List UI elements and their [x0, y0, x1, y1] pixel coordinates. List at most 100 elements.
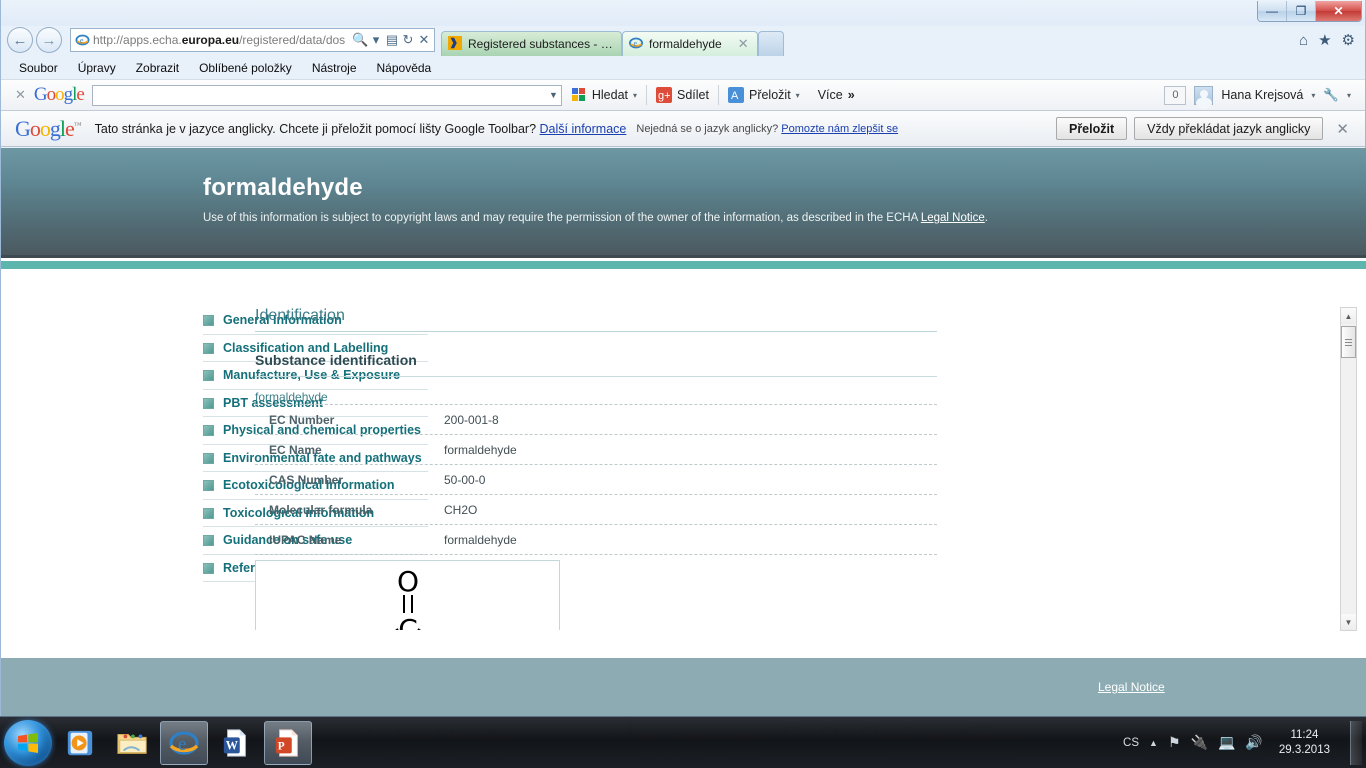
google-toolbar-account-area: 0 Hana Krejsová ▾ 🔧 ▾ [1164, 85, 1359, 105]
toolbar-button-prelozit[interactable]: A Přeložit ▾ [719, 84, 809, 106]
maximize-button[interactable]: ❐ [1287, 1, 1316, 21]
translate-button[interactable]: Přeložit [1055, 117, 1128, 140]
chevron-down-icon[interactable]: ▼ [549, 90, 558, 100]
tab-registered-substances[interactable]: Registered substances - ECHA [441, 31, 622, 56]
page-body: General Information Classification and L… [1, 269, 1366, 631]
legal-notice-link[interactable]: Legal Notice [921, 212, 985, 224]
substance-name-label: formaldehyde [255, 390, 328, 404]
taskbar-clock[interactable]: 11:24 29.3.2013 [1273, 728, 1336, 757]
chevron-down-icon[interactable]: ▾ [368, 32, 384, 48]
toolbar-label: Hledat [591, 88, 628, 102]
volume-icon[interactable]: 🔊 [1245, 734, 1262, 751]
avatar[interactable] [1194, 85, 1214, 105]
powerpoint-document-icon[interactable]: P [264, 720, 312, 765]
svg-text:e: e [178, 734, 186, 755]
translate-notification-bar: Google™ Tato stránka je v jazyce anglick… [1, 111, 1365, 147]
chevron-down-icon[interactable]: ▾ [633, 91, 637, 100]
notification-count-badge[interactable]: 0 [1164, 85, 1187, 105]
svg-text:A: A [731, 90, 739, 102]
scrollbar-thumb[interactable] [1341, 326, 1356, 358]
close-toolbar-icon[interactable]: ✕ [7, 87, 34, 103]
refresh-icon[interactable]: ↻ [400, 32, 416, 48]
svg-text:W: W [226, 738, 238, 752]
tray-expand-icon[interactable]: ▲ [1149, 738, 1158, 748]
address-bar-url: http://apps.echa.europa.eu/registered/da… [93, 33, 346, 47]
web-page-content: formaldehyde Use of this information is … [1, 148, 1366, 716]
table-row: EC Number 200-001-8 [255, 404, 937, 434]
field-label: Molecular formula [269, 503, 373, 517]
windows-start-icon[interactable] [4, 719, 52, 766]
field-value: CH2O [444, 503, 478, 517]
table-row: CAS Number 50-00-0 [255, 464, 937, 494]
ie-favicon-icon: e [73, 32, 91, 48]
footer-legal-notice-link[interactable]: Legal Notice [1098, 680, 1165, 694]
flag-action-center-icon[interactable]: ⚑ [1168, 734, 1181, 751]
scroll-down-arrow-icon[interactable]: ▼ [1341, 614, 1356, 630]
translate-bar-buttons: Přeložit Vždy překládat jazyk anglicky ✕ [1055, 117, 1359, 140]
search-icon[interactable]: 🔍 [352, 32, 368, 48]
not-english-question: Nejedná se o jazyk anglicky? Pomozte nám… [636, 122, 899, 135]
bullet-square-icon [203, 425, 214, 436]
bullet-square-icon [203, 562, 214, 574]
toolbar-button-hledat[interactable]: Hledat ▾ [562, 84, 646, 106]
close-window-button[interactable]: ✕ [1316, 1, 1361, 21]
svg-text:g+: g+ [658, 90, 671, 102]
account-name[interactable]: Hana Krejsová [1221, 88, 1303, 102]
stop-icon[interactable]: ✕ [416, 32, 432, 48]
content-scrollbar[interactable]: ▲ ▼ [1340, 307, 1357, 631]
google-logo: Google™ [15, 115, 82, 141]
scroll-up-arrow-icon[interactable]: ▲ [1341, 308, 1356, 324]
double-chevron-icon: » [847, 88, 855, 102]
favorites-icon[interactable]: ★ [1318, 31, 1331, 49]
window-titlebar [1, 0, 1366, 26]
always-translate-button[interactable]: Vždy překládat jazyk anglicky [1134, 117, 1324, 140]
close-icon[interactable]: ✕ [728, 36, 749, 52]
close-icon[interactable]: ✕ [1330, 120, 1355, 138]
menu-item-zobrazit[interactable]: Zobrazit [136, 61, 179, 75]
wrench-icon[interactable]: 🔧 [1323, 88, 1339, 103]
tab-formaldehyde[interactable]: e formaldehyde ✕ [622, 31, 758, 56]
molecular-structure-image: O C [255, 560, 560, 630]
compatibility-view-icon[interactable]: ▤ [384, 32, 400, 48]
show-desktop-button[interactable] [1350, 720, 1362, 765]
help-improve-link[interactable]: Pomozte nám zlepšit se [781, 123, 898, 135]
menu-item-upravy[interactable]: Úpravy [78, 61, 116, 75]
learn-more-link[interactable]: Další informace [540, 122, 627, 136]
toolbar-label: Sdílet [677, 88, 709, 102]
clock-date: 29.3.2013 [1278, 743, 1330, 756]
media-player-icon[interactable] [56, 721, 104, 765]
menu-item-napoveda[interactable]: Nápověda [377, 61, 432, 75]
file-explorer-icon[interactable] [108, 721, 156, 765]
gear-icon[interactable]: ⚙ [1342, 31, 1355, 49]
table-row: IUPAC Name formaldehyde [255, 524, 937, 554]
menu-item-nastroje[interactable]: Nástroje [312, 61, 357, 75]
google-toolbar-logo: Google [33, 84, 85, 105]
translate-icon: A [727, 87, 744, 103]
menu-item-oblibene-polozky[interactable]: Oblíbené položky [199, 61, 292, 75]
word-document-icon[interactable]: W [212, 721, 260, 765]
chevron-down-icon[interactable]: ▾ [1311, 91, 1315, 100]
home-icon[interactable]: ⌂ [1299, 32, 1308, 49]
power-icon[interactable]: 🔌 [1191, 734, 1208, 751]
field-label: EC Name [269, 443, 322, 457]
chevron-down-icon[interactable]: ▾ [796, 91, 800, 100]
new-tab-button[interactable] [757, 31, 784, 56]
network-icon[interactable]: 💻 [1218, 734, 1235, 751]
clock-time: 11:24 [1290, 729, 1319, 742]
tab-strip: Registered substances - ECHA e formaldeh… [441, 24, 784, 56]
address-bar[interactable]: e http://apps.echa.europa.eu/registered/… [70, 28, 435, 52]
minimize-button[interactable]: — [1258, 1, 1287, 21]
toolbar-button-vice[interactable]: Více » [809, 84, 864, 106]
forward-button[interactable]: → [36, 27, 62, 53]
menu-item-soubor[interactable]: Soubor [19, 61, 58, 75]
browser-tool-icons: ⌂ ★ ⚙ [1299, 31, 1365, 50]
molecular-structure-row: O C [255, 554, 937, 630]
internet-explorer-icon[interactable]: e [160, 720, 208, 765]
back-button[interactable]: ← [7, 27, 33, 53]
toolbar-label: Přeložit [748, 88, 791, 102]
language-indicator[interactable]: CS [1123, 737, 1139, 749]
toolbar-button-sdilet[interactable]: g+ Sdílet [647, 84, 718, 106]
google-toolbar-search-input[interactable]: ▼ [91, 84, 562, 106]
table-row: EC Name formaldehyde [255, 434, 937, 464]
chevron-down-icon[interactable]: ▾ [1347, 91, 1351, 100]
